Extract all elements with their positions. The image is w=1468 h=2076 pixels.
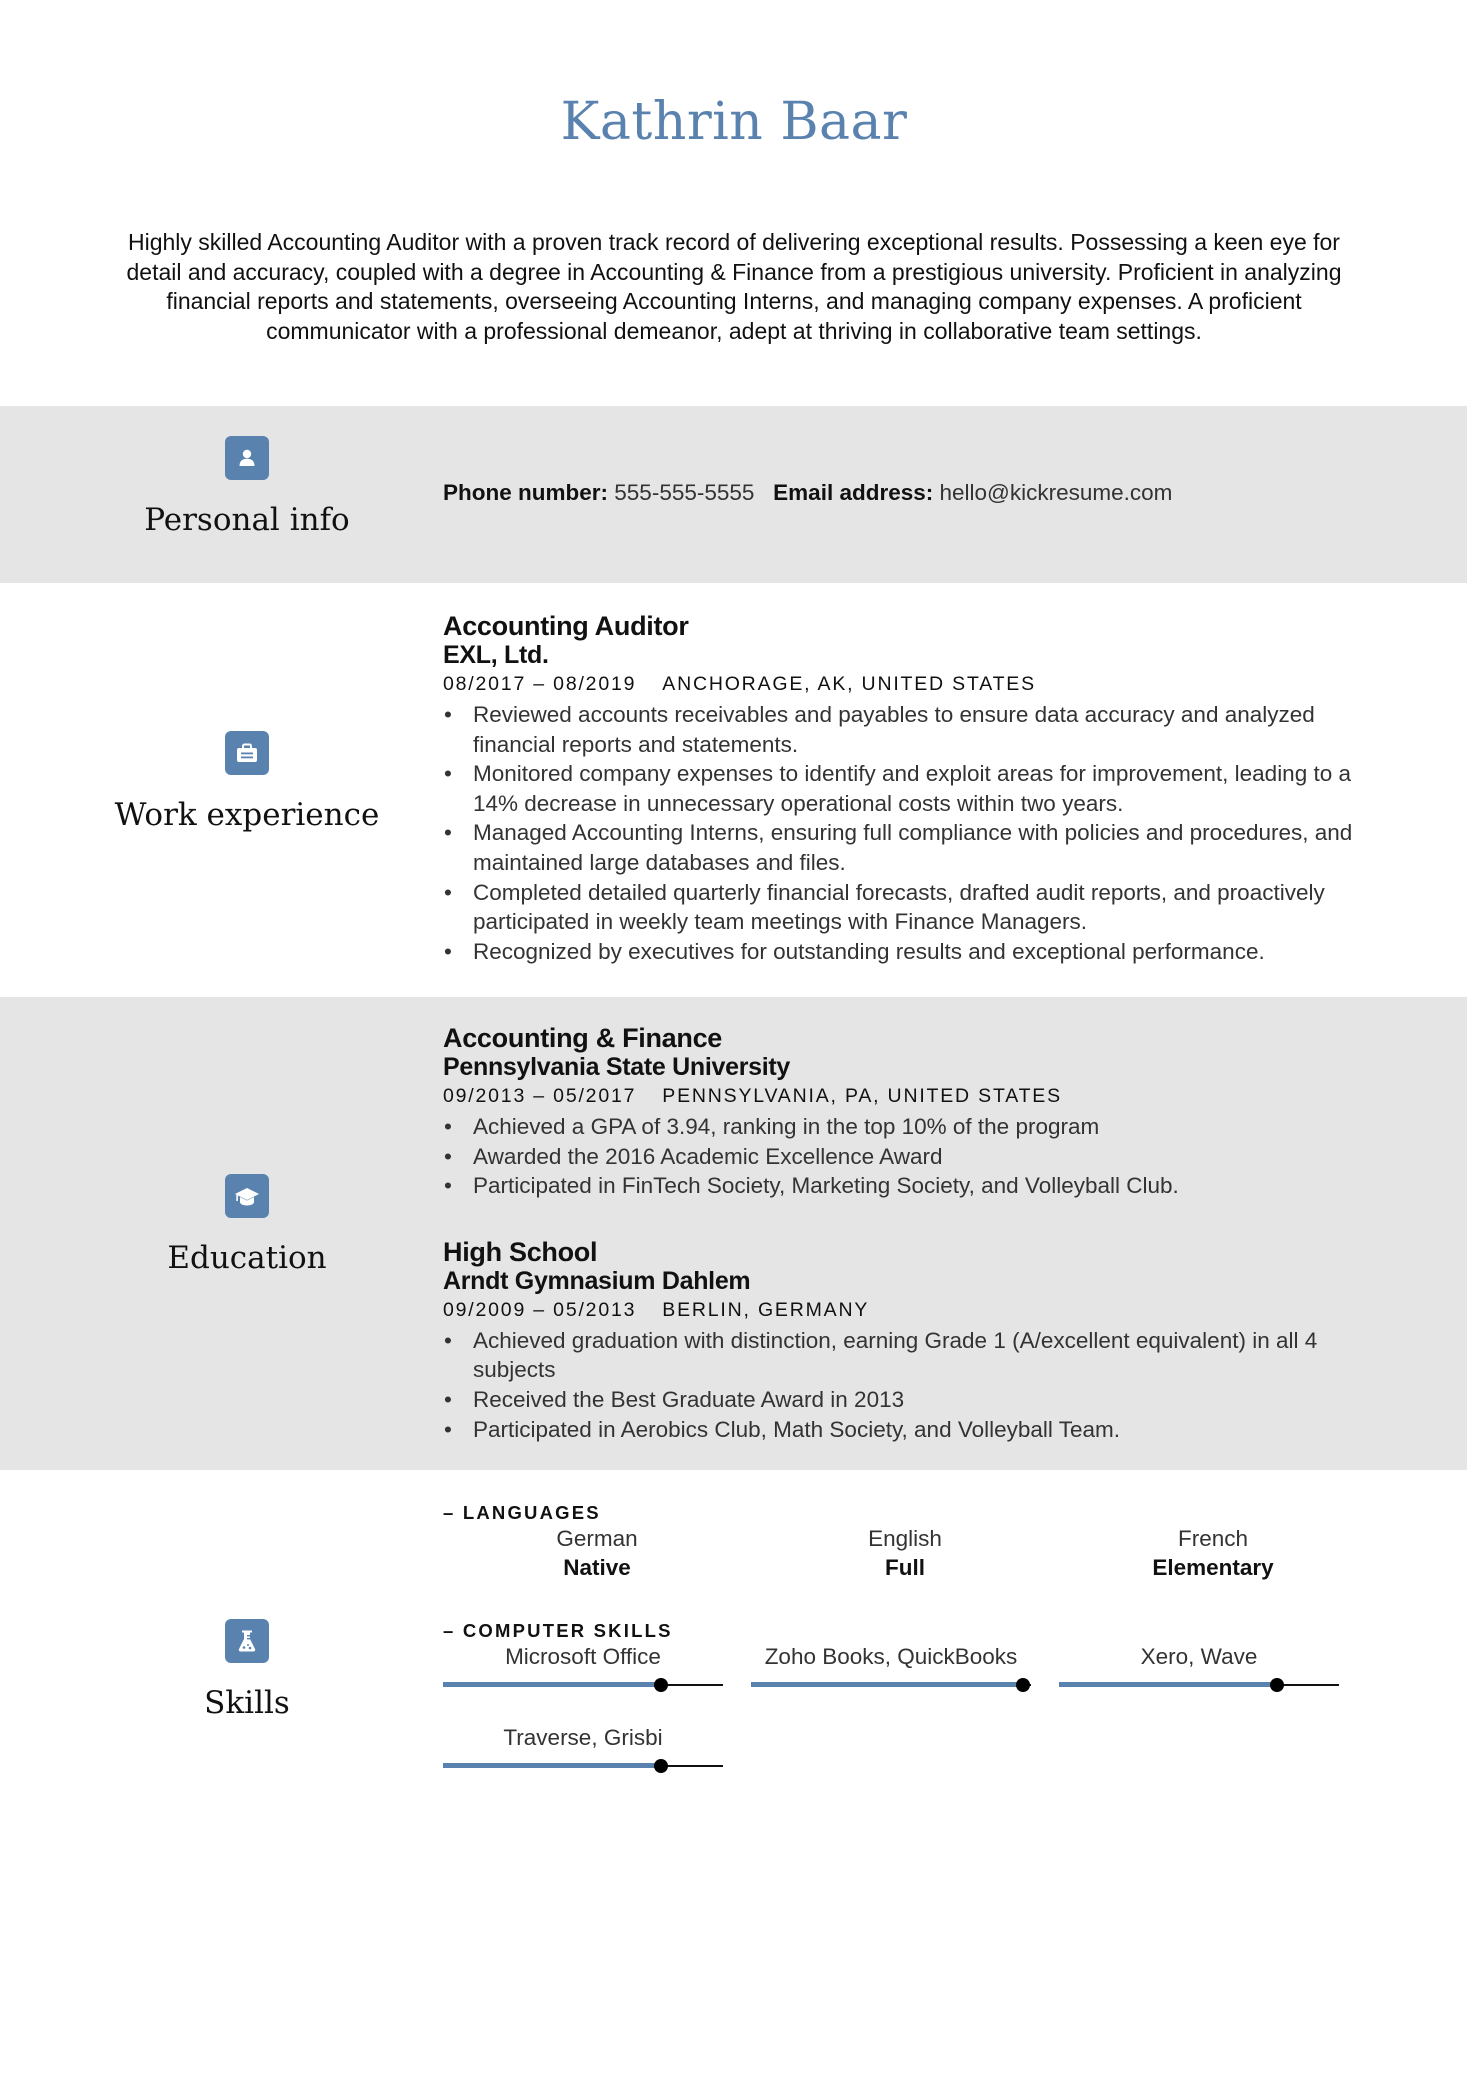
language-item: English Full xyxy=(751,1524,1059,1582)
employer: EXL, Ltd. xyxy=(443,641,549,669)
section-header: Education xyxy=(0,1174,494,1276)
entry-location: ANCHORAGE, AK, UNITED STATES xyxy=(662,673,1036,695)
entry-location: PENNSYLVANIA, PA, UNITED STATES xyxy=(662,1085,1062,1107)
skill-item: Traverse, Grisbi xyxy=(443,1723,723,1774)
languages-heading: – LANGUAGES xyxy=(443,1502,601,1523)
degree: High School xyxy=(443,1236,598,1267)
candidate-name: Kathrin Baar xyxy=(560,92,908,152)
language-name: English xyxy=(868,1526,942,1551)
entry-meta: 09/2013 – 05/2017 PENNSYLVANIA, PA, UNITE… xyxy=(443,1082,1373,1110)
section-personal-info: Personal info Phone number: 555-555-5555… xyxy=(0,406,1467,583)
computer-skills-list: Microsoft Office Zoho Books, QuickBooks … xyxy=(443,1642,1373,1804)
computer-skills-heading: – COMPUTER SKILLS xyxy=(443,1620,673,1641)
education-entries: Accounting & Finance Pennsylvania State … xyxy=(443,1023,1373,1444)
bar-marker xyxy=(1015,1678,1030,1692)
list-item: Participated in FinTech Society, Marketi… xyxy=(443,1171,1373,1201)
list-item: Managed Accounting Interns, ensuring ful… xyxy=(443,818,1373,877)
list-item: Reviewed accounts receivables and payabl… xyxy=(443,700,1373,759)
section-header: Skills xyxy=(0,1619,494,1721)
language-name: German xyxy=(556,1526,638,1551)
language-item: French Elementary xyxy=(1059,1524,1367,1582)
phone-value: 555-555-5555 xyxy=(614,480,755,505)
skill-level-bar xyxy=(443,1677,723,1693)
education-entry: High School Arndt Gymnasium Dahlem 09/20… xyxy=(443,1237,1373,1444)
skill-item: Microsoft Office xyxy=(443,1642,723,1693)
bar-fill xyxy=(443,1763,662,1768)
phone-label: Phone number: xyxy=(443,480,609,505)
section-title: Education xyxy=(167,1240,327,1276)
list-item: Completed detailed quarterly financial f… xyxy=(443,878,1373,937)
list-item: Achieved graduation with distinction, ea… xyxy=(443,1326,1373,1385)
bullet-list: Reviewed accounts receivables and payabl… xyxy=(443,700,1373,966)
skill-level-bar xyxy=(1059,1677,1339,1693)
skill-name: Traverse, Grisbi xyxy=(503,1725,663,1750)
bullet-list: Achieved graduation with distinction, ea… xyxy=(443,1326,1373,1444)
school: Arndt Gymnasium Dahlem xyxy=(443,1266,751,1295)
list-item: Awarded the 2016 Academic Excellence Awa… xyxy=(443,1142,1373,1172)
languages-list: German Native English Full French Elemen… xyxy=(443,1524,1373,1582)
list-item: Recognized by executives for outstanding… xyxy=(443,937,1373,967)
education-entry: Accounting & Finance Pennsylvania State … xyxy=(443,1023,1373,1201)
bar-fill xyxy=(443,1682,662,1687)
bar-marker xyxy=(654,1678,669,1692)
list-item: Achieved a GPA of 3.94, ranking in the t… xyxy=(443,1112,1373,1142)
language-level: Elementary xyxy=(1152,1555,1274,1580)
entry-meta: 08/2017 – 08/2019 ANCHORAGE, AK, UNITED S… xyxy=(443,670,1373,698)
section-title: Work experience xyxy=(114,797,380,833)
email-value: hello@kickresume.com xyxy=(939,480,1173,505)
list-item: Participated in Aerobics Club, Math Soci… xyxy=(443,1415,1373,1445)
bar-marker xyxy=(1270,1678,1285,1692)
skill-item: Xero, Wave xyxy=(1059,1642,1339,1693)
section-header: Personal info xyxy=(0,436,494,538)
skill-name: Zoho Books, QuickBooks xyxy=(764,1644,1018,1669)
bar-fill xyxy=(751,1682,1023,1687)
skill-name: Xero, Wave xyxy=(1140,1644,1258,1669)
list-item: Monitored company expenses to identify a… xyxy=(443,759,1373,818)
entry-dates: 09/2009 – 05/2013 xyxy=(443,1298,637,1321)
school: Pennsylvania State University xyxy=(443,1053,791,1081)
bar-marker xyxy=(654,1759,669,1773)
language-level: Full xyxy=(885,1555,925,1580)
work-entry: Accounting Auditor EXL, Ltd. 08/2017 – 0… xyxy=(443,611,1373,966)
flask-icon xyxy=(225,1619,269,1663)
section-title: Skills xyxy=(204,1685,290,1721)
bullet-list: Achieved a GPA of 3.94, ranking in the t… xyxy=(443,1112,1373,1201)
degree: Accounting & Finance xyxy=(443,1023,723,1053)
entry-dates: 08/2017 – 08/2019 xyxy=(443,673,637,695)
work-entries: Accounting Auditor EXL, Ltd. 08/2017 – 0… xyxy=(443,611,1373,966)
entry-meta: 09/2009 – 05/2013 BERLIN, GERMANY xyxy=(443,1296,1373,1324)
briefcase-icon xyxy=(225,731,269,775)
list-item: Received the Best Graduate Award in 2013 xyxy=(443,1385,1373,1415)
section-work-experience: Work experience Accounting Auditor EXL, … xyxy=(0,583,1467,997)
language-name: French xyxy=(1177,1526,1249,1551)
section-title: Personal info xyxy=(144,502,350,538)
skill-item: Zoho Books, QuickBooks xyxy=(751,1642,1031,1693)
section-skills: Skills – LANGUAGES German Native English… xyxy=(0,1470,1467,1870)
language-item: German Native xyxy=(443,1524,751,1582)
skills-content: – LANGUAGES German Native English Full F… xyxy=(443,1502,1373,1804)
language-level: Native xyxy=(563,1555,631,1580)
contact-info: Phone number: 555-555-5555 Email address… xyxy=(443,480,1373,506)
section-header: Work experience xyxy=(0,731,494,833)
bar-fill xyxy=(1059,1682,1278,1687)
graduation-cap-icon xyxy=(225,1174,269,1218)
section-education: Education Accounting & Finance Pennsylva… xyxy=(0,997,1467,1470)
skill-name: Microsoft Office xyxy=(505,1644,661,1669)
email-label: Email address: xyxy=(773,480,934,505)
entry-location: BERLIN, GERMANY xyxy=(662,1298,870,1321)
skill-level-bar xyxy=(443,1758,723,1774)
skill-level-bar xyxy=(751,1677,1031,1693)
user-icon xyxy=(225,436,269,480)
entry-dates: 09/2013 – 05/2017 xyxy=(443,1085,637,1107)
job-title: Accounting Auditor xyxy=(443,611,689,641)
profile-summary: Highly skilled Accounting Auditor with a… xyxy=(126,229,1342,344)
